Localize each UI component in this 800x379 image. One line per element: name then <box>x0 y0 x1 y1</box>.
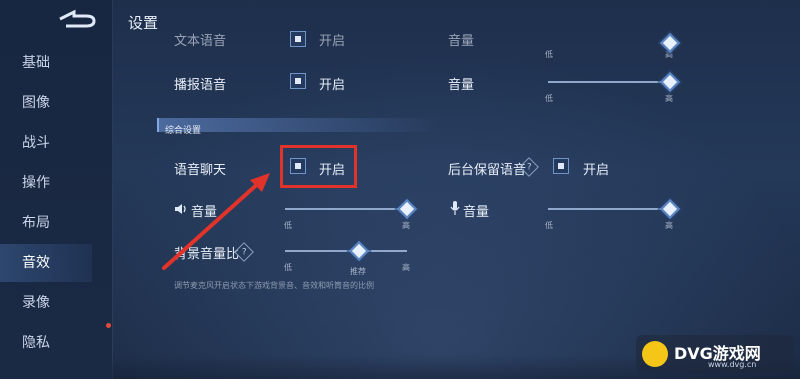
watermark: DVG游戏网 www.dvg.cn <box>636 335 794 373</box>
mic-volume-track <box>548 208 670 210</box>
sidebar-item-recording[interactable]: 录像 <box>0 284 92 322</box>
mic-high-label: 高 <box>665 221 673 230</box>
sidebar-item-controls[interactable]: 操作 <box>0 164 92 202</box>
sidebar-item-layout[interactable]: 布局 <box>0 204 92 242</box>
mic-low-label: 低 <box>545 221 553 230</box>
sidebar-item-sound[interactable]: 音效 <box>0 244 92 282</box>
speaker-volume-track <box>285 208 407 210</box>
text-voice-checkbox-label: 开启 <box>319 34 346 49</box>
back-icon[interactable] <box>52 8 98 30</box>
watermark-logo-icon <box>642 341 668 367</box>
text-voice-label: 文本语音 <box>174 34 227 49</box>
sidebar-item-graphics[interactable]: 图像 <box>0 84 92 122</box>
broadcast-high-label: 高 <box>665 94 673 103</box>
bg-ratio-note: 调节麦克风开启状态下游戏背景音、音效和听筒音的比例 <box>174 281 374 290</box>
sidebar-item-privacy[interactable]: 隐私 <box>0 324 92 362</box>
arrow-icon <box>162 173 270 270</box>
sidebar: 基础 图像 战斗 操作 布局 音效 录像 隐私 <box>0 0 113 379</box>
bg-ratio-high-label: 高 <box>402 263 410 272</box>
broadcast-voice-checkbox-label: 开启 <box>319 78 346 93</box>
section-header: 综合设置 <box>157 118 439 136</box>
highlight-box <box>280 145 357 188</box>
broadcast-volume-track <box>548 81 670 83</box>
mic-volume-label: 音量 <box>463 205 490 220</box>
broadcast-low-label: 低 <box>545 94 553 103</box>
broadcast-volume-label: 音量 <box>448 78 475 93</box>
watermark-url: www.dvg.cn <box>708 360 757 369</box>
notification-dot <box>106 323 111 328</box>
text-voice-checkbox[interactable] <box>290 31 306 47</box>
bg-ratio-recommended-label: 推荐 <box>350 267 366 276</box>
page-title: 设置 <box>128 14 159 32</box>
broadcast-voice-checkbox[interactable] <box>290 73 306 89</box>
bg-keep-voice-checkbox-label: 开启 <box>583 163 610 178</box>
text-voice-volume-label: 音量 <box>448 34 475 49</box>
text-voice-low-label: 低 <box>545 50 553 59</box>
bg-keep-voice-checkbox[interactable] <box>553 158 569 174</box>
bg-keep-voice-label: 后台保留语音 <box>448 163 527 178</box>
background <box>0 0 800 379</box>
sidebar-item-combat[interactable]: 战斗 <box>0 124 92 162</box>
broadcast-voice-label: 播报语音 <box>174 78 227 93</box>
bg-ratio-track <box>285 250 407 252</box>
sidebar-item-basic[interactable]: 基础 <box>0 44 92 82</box>
section-title: 综合设置 <box>165 126 202 136</box>
microphone-icon <box>450 201 460 215</box>
speaker-high-label: 高 <box>402 221 410 230</box>
